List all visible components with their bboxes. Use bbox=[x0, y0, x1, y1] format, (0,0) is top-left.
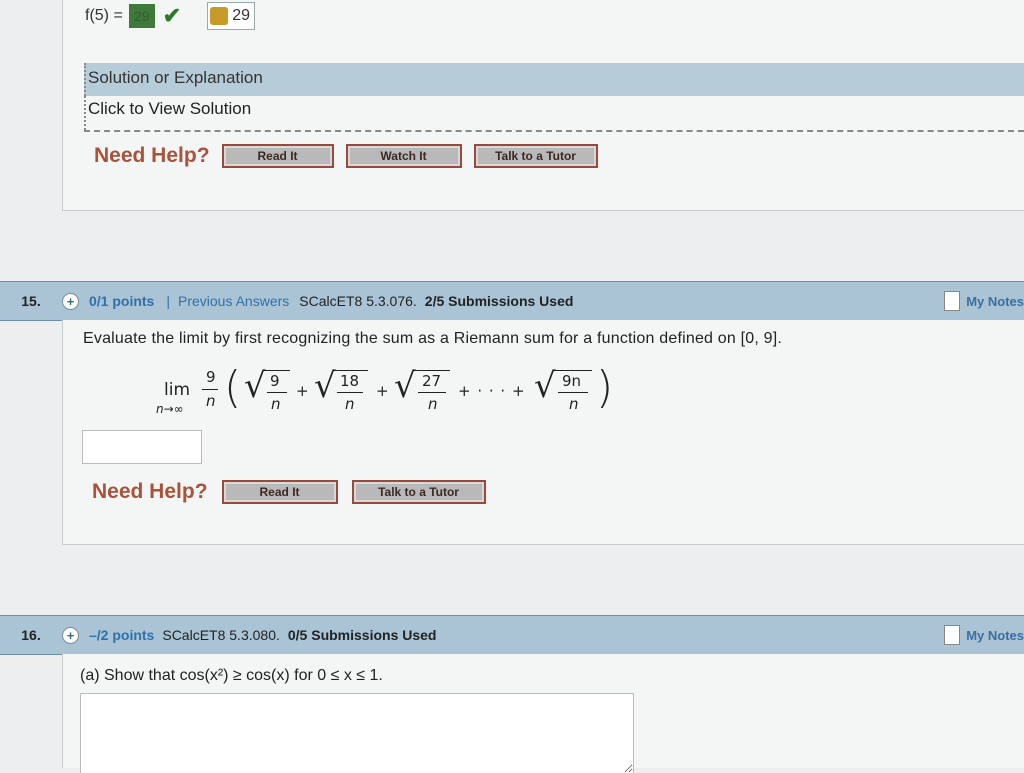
question-number: 15. bbox=[21, 293, 41, 309]
question-number: 16. bbox=[21, 627, 41, 643]
right-paren: ) bbox=[596, 362, 614, 413]
sqrt-icon: √ bbox=[394, 366, 416, 406]
riemann-limit-expression: lim n→∞ 9 n ( √ 9 n + √ 18 n + √ 27 n + … bbox=[150, 362, 630, 426]
expand-plus-icon[interactable]: + bbox=[62, 626, 79, 644]
term-denominator: n bbox=[569, 395, 579, 413]
answer-textarea[interactable] bbox=[80, 693, 634, 773]
answer-key-value: 29 bbox=[232, 7, 251, 24]
question-code: SCalcET8 5.3.076. bbox=[299, 293, 417, 309]
note-icon bbox=[944, 625, 961, 645]
points-label: 0/1 points bbox=[89, 293, 155, 309]
submissions-used: 0/5 Submissions Used bbox=[287, 627, 437, 643]
note-icon bbox=[944, 291, 961, 311]
term-numerator: 27 bbox=[422, 372, 442, 390]
separator: | bbox=[166, 293, 170, 309]
question-16-header: 16. + –/2 points SCalcET8 5.3.080. 0/5 S… bbox=[0, 615, 1024, 655]
fx-label: f(5) = bbox=[85, 7, 123, 24]
sqrt-icon: √ bbox=[244, 366, 266, 406]
question-15-header: 15. + 0/1 points | Previous Answers SCal… bbox=[0, 281, 1024, 321]
key-icon bbox=[210, 7, 229, 25]
plus-sign: + bbox=[296, 382, 309, 400]
lim-text: lim bbox=[164, 380, 191, 400]
my-notes-label: My Notes bbox=[966, 627, 1024, 643]
my-notes-button[interactable]: My Notes bbox=[944, 291, 1024, 311]
left-paren: ( bbox=[224, 362, 242, 413]
question-prompt: (a) Show that cos(x²) ≥ cos(x) for 0 ≤ x… bbox=[80, 667, 383, 684]
solution-title[interactable]: Solution or Explanation bbox=[88, 68, 263, 88]
submissions-used: 2/5 Submissions Used bbox=[424, 293, 574, 309]
term-denominator: n bbox=[345, 395, 355, 413]
lim-subscript: n→∞ bbox=[156, 402, 184, 416]
talk-to-tutor-button[interactable]: Talk to a Tutor bbox=[351, 480, 486, 504]
solution-dashed-divider bbox=[84, 130, 1024, 132]
view-solution-link[interactable]: Click to View Solution bbox=[88, 99, 251, 119]
expand-plus-icon[interactable]: + bbox=[62, 292, 79, 310]
term-numerator: 9 bbox=[270, 372, 280, 390]
sqrt-icon: √ bbox=[314, 366, 336, 406]
talk-to-tutor-button[interactable]: Talk to a Tutor bbox=[473, 144, 598, 168]
question-code: SCalcET8 5.3.080. bbox=[162, 627, 280, 643]
read-it-button[interactable]: Read It bbox=[221, 480, 338, 504]
answer-input[interactable] bbox=[82, 430, 202, 464]
my-notes-label: My Notes bbox=[966, 293, 1024, 309]
watch-it-button[interactable]: Watch It bbox=[345, 144, 462, 168]
ellipsis: + · · · + bbox=[458, 382, 526, 400]
checkmark-icon: ✔ bbox=[162, 3, 182, 28]
previous-answers-link[interactable]: Previous Answers bbox=[178, 293, 289, 309]
term-numerator: 9n bbox=[562, 372, 582, 390]
need-help-row: Need Help? Read It Watch It Talk to a Tu… bbox=[94, 144, 598, 168]
plus-sign: + bbox=[376, 382, 389, 400]
my-notes-button[interactable]: My Notes bbox=[944, 625, 1024, 645]
need-help-row: Need Help? Read It Talk to a Tutor bbox=[92, 480, 486, 504]
need-help-label: Need Help? bbox=[92, 480, 208, 503]
coef-denominator: n bbox=[206, 392, 216, 410]
need-help-label: Need Help? bbox=[94, 144, 210, 167]
term-numerator: 18 bbox=[340, 372, 360, 390]
question-15-body bbox=[62, 320, 1024, 545]
coef-numerator: 9 bbox=[206, 368, 216, 386]
term-denominator: n bbox=[271, 395, 281, 413]
answer-key-box: 29 bbox=[207, 2, 256, 30]
sqrt-icon: √ bbox=[534, 366, 556, 406]
answer-box-correct: 29 bbox=[128, 4, 155, 28]
read-it-button[interactable]: Read It bbox=[221, 144, 334, 168]
term-denominator: n bbox=[428, 395, 438, 413]
question-prompt: Evaluate the limit by first recognizing … bbox=[83, 330, 783, 347]
fx-answer-row: f(5) = 29 ✔ 29 bbox=[85, 2, 256, 30]
points-label: –/2 points bbox=[89, 627, 155, 643]
